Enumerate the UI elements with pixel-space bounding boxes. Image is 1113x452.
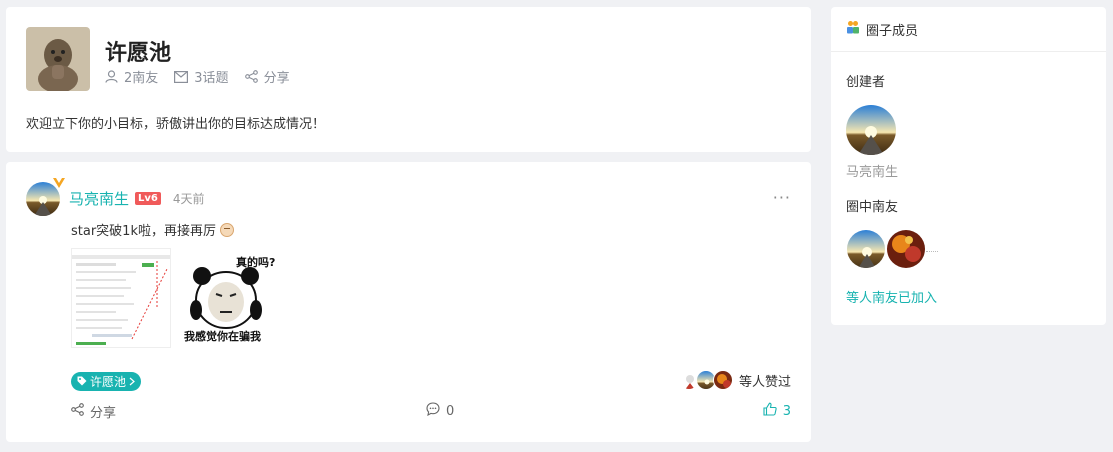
post-actions: 分享 0 3 <box>71 402 791 422</box>
post-card: 马亮南生 Lv6 4天前 ··· star突破1k啦，再接再厉 真的吗? 我感觉… <box>6 162 811 442</box>
topics-count: 3话题 <box>194 71 229 86</box>
share-icon <box>71 403 84 420</box>
post-image-screenshot[interactable] <box>71 248 171 348</box>
post-share-button[interactable]: 分享 <box>71 402 116 421</box>
post-text: star突破1k啦，再接再厉 <box>71 224 216 239</box>
meme-top-text: 真的吗? <box>236 256 276 269</box>
member-avatars <box>846 229 926 269</box>
member-avatar[interactable] <box>886 229 926 269</box>
post-content: star突破1k啦，再接再厉 <box>71 220 234 239</box>
circle-header-card: 许愿池 2南友 3话题 分享 欢迎立下你的小目标，骄傲讲出你的目标达成情况！ <box>6 7 811 152</box>
creator-avatar[interactable] <box>846 105 896 155</box>
post-time: 4天前 <box>172 192 205 206</box>
comment-button[interactable]: 0 <box>426 402 454 420</box>
dizzy-face-emoji-icon <box>219 222 234 237</box>
share-icon <box>244 70 258 83</box>
like-button[interactable]: 3 <box>763 402 791 420</box>
members-header: 圈子成员 <box>831 7 1106 52</box>
circle-stats: 2南友 3话题 分享 <box>105 67 290 86</box>
author-line: 马亮南生 Lv6 4天前 <box>69 188 205 209</box>
members-count: 2南友 <box>124 71 159 86</box>
level-badge: Lv6 <box>135 192 161 205</box>
circle-share-label: 分享 <box>263 71 290 86</box>
tag-label: 许愿池 <box>90 375 127 389</box>
likers-text: 等人赞过 <box>738 374 791 390</box>
comment-icon <box>426 402 440 420</box>
more-members-dots <box>926 251 938 252</box>
thumbs-up-icon <box>763 402 777 420</box>
liker-avatar[interactable] <box>712 370 733 390</box>
members-label: 圈中南友 <box>846 200 899 215</box>
creator-name[interactable]: 马亮南生 <box>846 161 898 180</box>
circle-title: 许愿池 <box>105 41 172 66</box>
members-header-title: 圈子成员 <box>866 23 919 39</box>
mail-icon <box>174 70 189 83</box>
topic-tag-button[interactable]: 许愿池 <box>71 372 142 391</box>
like-count: 3 <box>782 403 791 419</box>
member-avatar[interactable] <box>846 229 886 269</box>
members-card: 圈子成员 创建者 马亮南生 圈中南友 等人南友已加入 <box>831 7 1106 325</box>
members-joined-link[interactable]: 等人南友已加入 <box>846 287 937 306</box>
author-name[interactable]: 马亮南生 <box>69 188 129 209</box>
creator-label: 创建者 <box>846 75 886 90</box>
meme-bottom-text: 我感觉你在骗我 <box>184 330 261 343</box>
tag-icon <box>77 375 87 389</box>
members-stat[interactable]: 2南友 <box>105 67 158 86</box>
user-icon <box>105 70 118 83</box>
post-image-meme[interactable]: 真的吗? 我感觉你在骗我 <box>178 248 278 348</box>
post-share-label: 分享 <box>90 406 117 421</box>
circle-share-button[interactable]: 分享 <box>244 67 290 86</box>
comment-count: 0 <box>446 403 455 419</box>
vip-crown-icon <box>52 174 66 188</box>
more-options-button[interactable]: ··· <box>773 188 791 207</box>
chevron-right-icon <box>129 375 135 389</box>
group-members-icon <box>846 20 860 38</box>
likers[interactable]: 等人赞过 <box>678 370 791 390</box>
topics-stat[interactable]: 3话题 <box>174 67 229 86</box>
author-avatar-wrap[interactable] <box>26 178 65 216</box>
circle-avatar <box>26 27 90 91</box>
circle-description: 欢迎立下你的小目标，骄傲讲出你的目标达成情况！ <box>26 117 326 132</box>
